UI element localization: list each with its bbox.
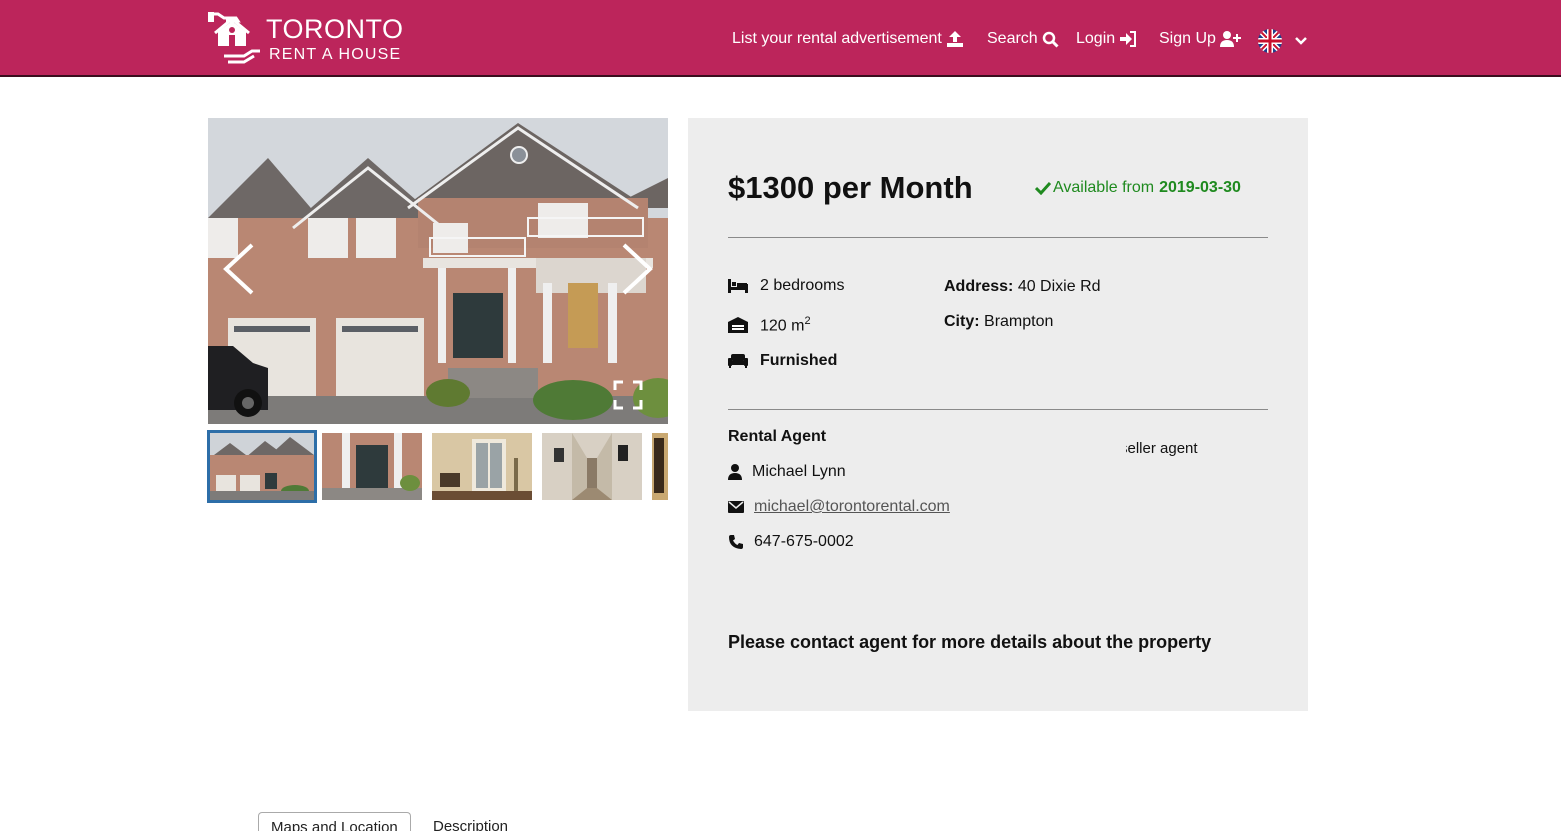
divider — [728, 237, 1268, 238]
agent-phone-row: 647-675-0002 — [728, 533, 854, 551]
sign-in-icon — [1120, 31, 1137, 47]
rental-agent-heading: Rental Agent — [728, 428, 827, 445]
nav-list-advertisement-label: List your rental advertisement — [732, 30, 942, 47]
photo-thumbnail[interactable] — [322, 433, 422, 500]
city-line: City: Brampton — [944, 313, 1053, 331]
feature-area: 120 m2 — [728, 315, 811, 335]
logo-title: TORONTO — [266, 14, 404, 44]
seller-agent-badge: seller agent — [1126, 440, 1210, 457]
fullscreen-icon[interactable] — [613, 380, 643, 410]
agent-name-row: Michael Lynn — [728, 463, 846, 481]
address-line: Address: 40 Dixie Rd — [944, 278, 1101, 296]
agent-phone: 647-675-0002 — [754, 533, 854, 550]
availability-date: 2019-03-30 — [1159, 179, 1241, 196]
property-photo-main[interactable] — [208, 118, 668, 424]
tab-description[interactable]: Description — [421, 812, 520, 831]
phone-icon — [729, 535, 743, 549]
warehouse-icon — [728, 317, 748, 334]
divider — [728, 409, 1268, 410]
bedrooms-text: 2 bedrooms — [760, 277, 845, 294]
nav-signup-label: Sign Up — [1159, 30, 1216, 47]
envelope-icon — [728, 501, 744, 513]
user-plus-icon — [1219, 31, 1241, 47]
bed-icon — [728, 279, 748, 293]
logo-subtitle: RENT A HOUSE — [269, 46, 402, 63]
agent-email-link[interactable]: michael@torontorental.com — [754, 498, 950, 516]
area-text: 120 m2 — [760, 315, 811, 335]
user-icon — [728, 464, 742, 480]
couch-icon — [728, 354, 748, 368]
search-icon — [1042, 31, 1059, 48]
area-unit-sup: 2 — [804, 315, 811, 327]
listing-details-panel: $1300 per Month Available from 2019-03-3… — [688, 118, 1308, 711]
photo-thumbnail[interactable] — [542, 433, 642, 500]
seller-agent-badge-text: seller agent — [1126, 440, 1198, 457]
listing-price: $1300 per Month — [728, 170, 973, 205]
availability-label: Available from — [1053, 179, 1155, 196]
address-label: Address: — [944, 278, 1014, 295]
house-hand-logo-icon — [208, 12, 260, 64]
nav-signup[interactable]: Sign Up — [1159, 27, 1242, 51]
nav-search-label: Search — [987, 30, 1038, 47]
feature-bedrooms: 2 bedrooms — [728, 277, 845, 295]
next-photo-arrow-icon[interactable] — [620, 243, 654, 295]
nav-login-label: Login — [1076, 30, 1116, 47]
upload-icon — [946, 31, 963, 47]
photo-thumbnail[interactable] — [432, 433, 532, 500]
tab-maps-and-location[interactable]: Maps and Location — [258, 812, 411, 831]
nav-search[interactable]: Search — [987, 27, 1059, 51]
chevron-down-icon[interactable] — [1295, 36, 1307, 46]
address-value: 40 Dixie Rd — [1017, 278, 1101, 295]
feature-furnished: Furnished — [728, 352, 837, 370]
photo-thumbnail[interactable] — [207, 430, 317, 503]
nav-login[interactable]: Login — [1076, 27, 1137, 51]
city-value: Brampton — [984, 313, 1054, 330]
site-logo[interactable]: TORONTO RENT A HOUSE — [206, 10, 406, 68]
top-navbar: TORONTO RENT A HOUSE List your rental ad… — [0, 0, 1561, 77]
house-photo — [208, 118, 668, 424]
contact-agent-note: Please contact agent for more details ab… — [728, 632, 1212, 652]
agent-name: Michael Lynn — [752, 463, 846, 480]
city-label: City: — [944, 313, 980, 330]
check-icon — [1035, 181, 1051, 195]
agent-email-row: michael@torontorental.com — [728, 498, 950, 516]
area-value: 120 m — [760, 317, 805, 335]
prev-photo-arrow-icon[interactable] — [222, 243, 256, 295]
availability-status: Available from 2019-03-30 — [1035, 179, 1241, 197]
uk-flag-icon[interactable] — [1258, 29, 1282, 53]
nav-list-advertisement[interactable]: List your rental advertisement — [732, 27, 964, 51]
photo-thumbnail[interactable] — [652, 433, 668, 500]
furnished-text: Furnished — [760, 352, 838, 369]
